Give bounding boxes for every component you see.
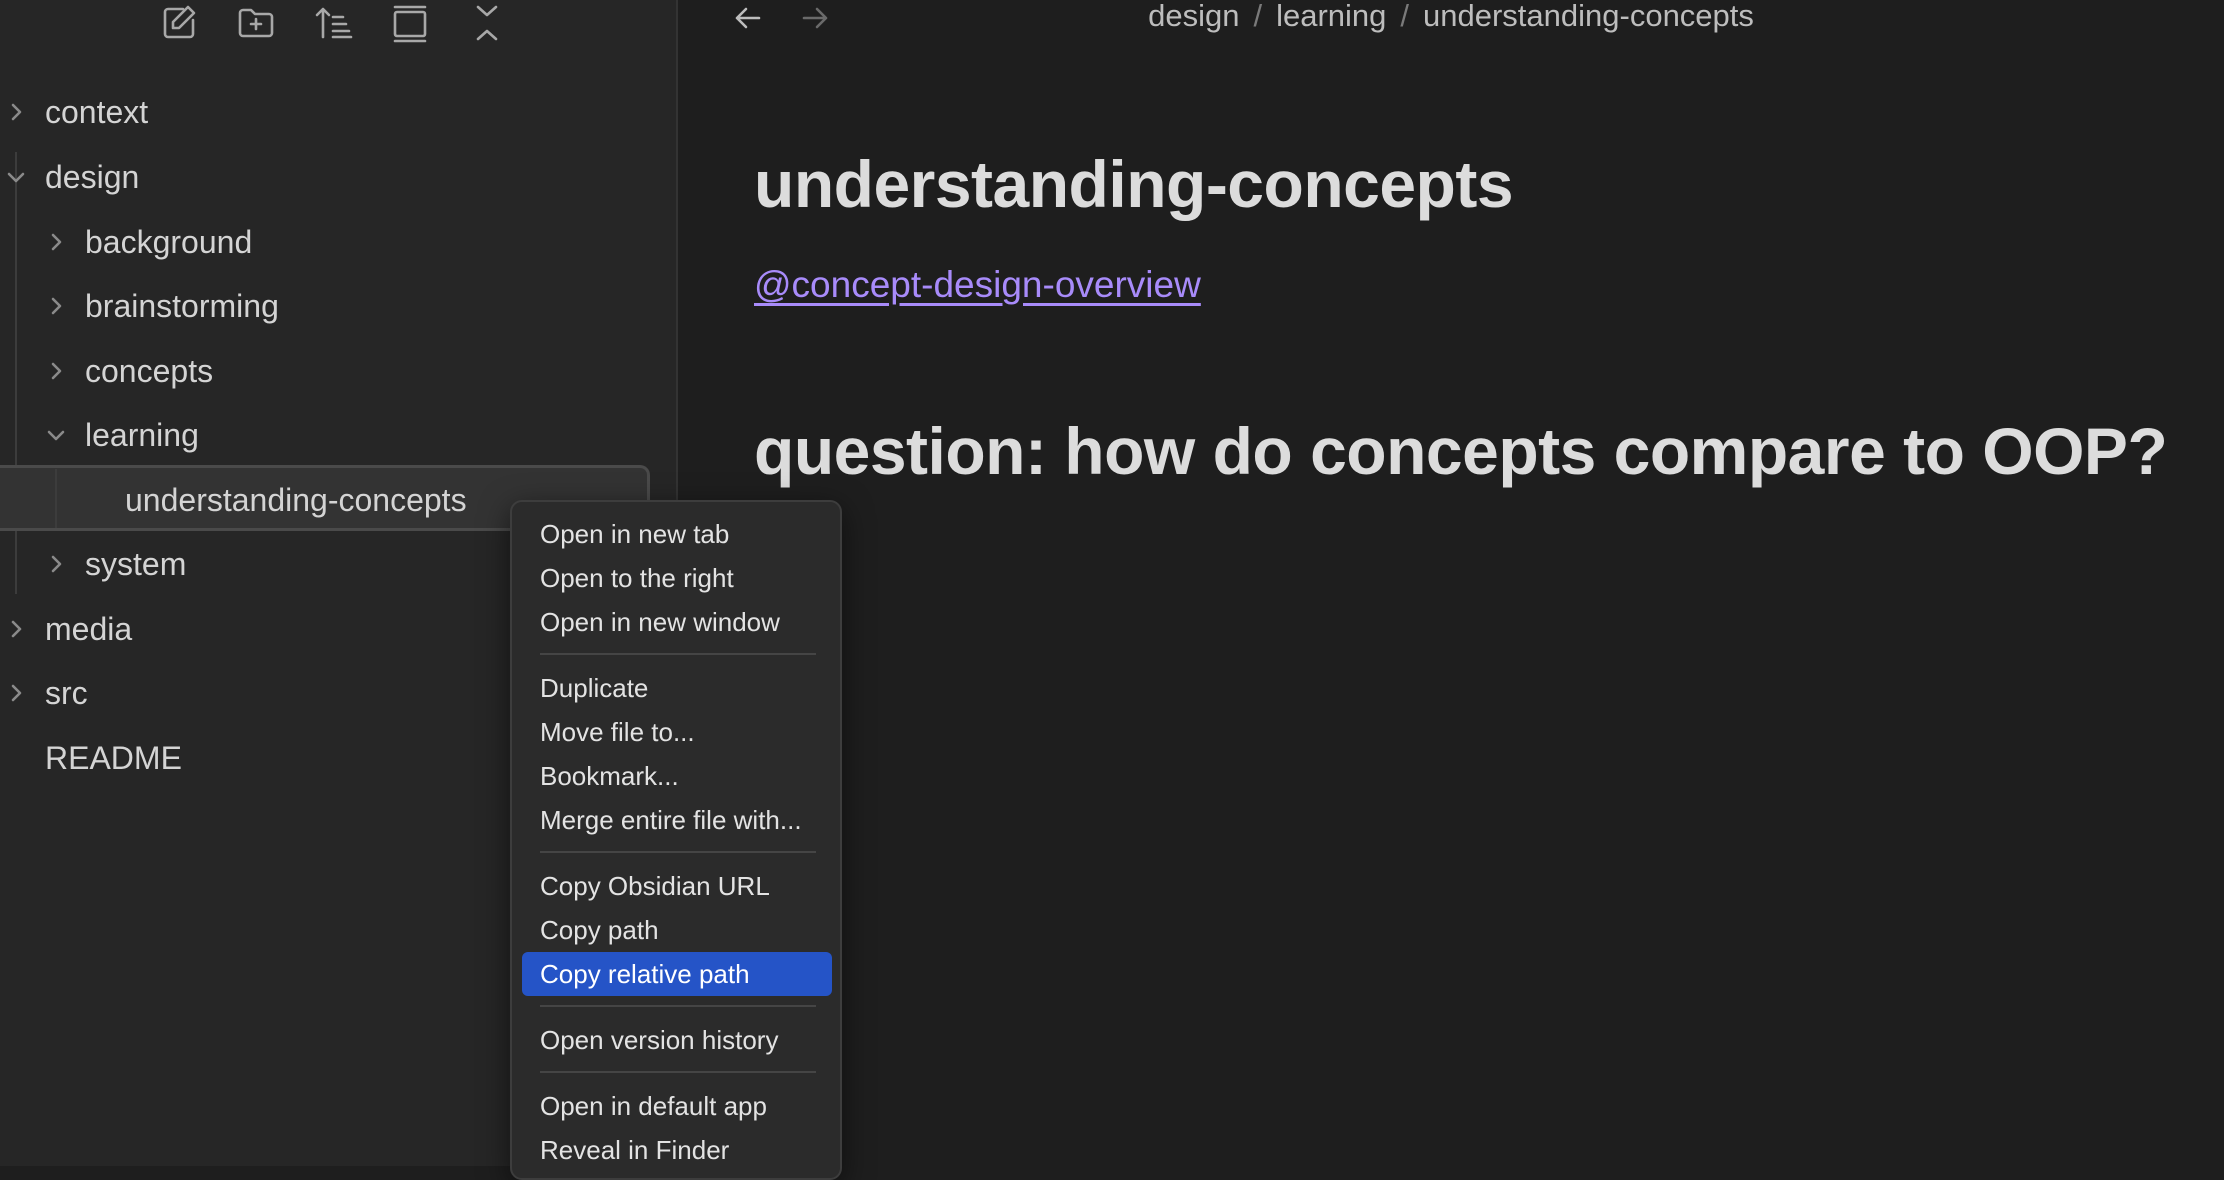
menu-item-reveal-in-finder[interactable]: Reveal in Finder <box>522 1128 832 1172</box>
breadcrumb-item-current[interactable]: understanding-concepts <box>1423 0 1754 33</box>
tree-item-label: system <box>85 545 187 582</box>
tree-item-label: src <box>45 674 88 711</box>
menu-item-open-in-default-app[interactable]: Open in default app <box>522 1084 832 1128</box>
chevron-down-icon[interactable] <box>46 425 66 445</box>
breadcrumb-separator: / <box>1400 0 1410 33</box>
tree-indent-guide <box>55 469 57 528</box>
menu-item-copy-relative-path[interactable]: Copy relative path <box>522 952 832 996</box>
menu-item-duplicate[interactable]: Duplicate <box>522 666 832 710</box>
menu-separator <box>540 851 816 853</box>
chevron-right-icon[interactable] <box>46 554 66 574</box>
note-heading[interactable]: question: how do concepts compare to OOP… <box>754 413 2168 489</box>
breadcrumb-item-design[interactable]: design <box>1148 0 1239 33</box>
menu-item-copy-obsidian-url[interactable]: Copy Obsidian URL <box>522 864 832 908</box>
chevron-down-icon[interactable] <box>6 167 26 187</box>
tree-item-label: README <box>45 739 182 776</box>
chevron-right-icon[interactable] <box>6 102 26 122</box>
tree-item-label: design <box>45 158 140 195</box>
new-note-icon <box>163 5 195 39</box>
menu-item-open-version-history[interactable]: Open version history <box>522 1018 832 1062</box>
file-context-menu: Open in new tab Open to the right Open i… <box>510 500 842 1180</box>
menu-item-open-in-new-window[interactable]: Open in new window <box>522 600 832 644</box>
tree-item-label: context <box>45 93 149 130</box>
breadcrumb-separator: / <box>1253 0 1263 33</box>
tree-item-label: learning <box>85 416 199 453</box>
editor-pane: design / learning / understanding-concepts u… <box>678 0 2224 1166</box>
tree-item-label: background <box>85 223 253 260</box>
file-explorer-toolbar <box>140 0 525 46</box>
collapse-toggle-icon <box>393 5 426 43</box>
menu-item-open-to-the-right[interactable]: Open to the right <box>522 556 832 600</box>
menu-item-merge-entire-file-with[interactable]: Merge entire file with... <box>522 798 832 842</box>
chevron-right-icon[interactable] <box>6 683 26 703</box>
chevron-right-icon[interactable] <box>46 296 66 316</box>
sort-icon <box>315 7 352 39</box>
menu-separator <box>540 1071 816 1073</box>
sort-order-button[interactable] <box>294 0 371 46</box>
chevron-right-icon[interactable] <box>46 361 66 381</box>
note-title[interactable]: understanding-concepts <box>754 146 1514 222</box>
new-folder-icon <box>238 8 273 38</box>
chevron-right-icon[interactable] <box>6 619 26 639</box>
chevron-right-icon[interactable] <box>46 232 66 252</box>
menu-separator <box>540 1005 816 1007</box>
tree-item-label: brainstorming <box>85 287 279 324</box>
internal-link[interactable]: @concept-design-overview <box>754 264 1201 306</box>
arrow-left-icon <box>735 7 761 29</box>
menu-item-bookmark[interactable]: Bookmark... <box>522 754 832 798</box>
menu-separator <box>540 653 816 655</box>
tree-item-label: concepts <box>85 352 214 389</box>
back-button[interactable] <box>724 0 772 36</box>
breadcrumb-item-learning[interactable]: learning <box>1276 0 1386 33</box>
arrow-right-icon <box>802 7 828 29</box>
forward-button[interactable] <box>791 0 839 36</box>
collapse-all-icon <box>476 5 497 41</box>
menu-item-move-file-to[interactable]: Move file to... <box>522 710 832 754</box>
auto-reveal-button[interactable] <box>371 0 448 46</box>
tree-item-label: understanding-concepts <box>125 481 467 518</box>
new-folder-button[interactable] <box>217 0 294 46</box>
tree-item-label: media <box>45 610 133 647</box>
new-note-button[interactable] <box>140 0 217 46</box>
breadcrumb: design / learning / understanding-concepts <box>678 0 2224 36</box>
menu-item-open-in-new-tab[interactable]: Open in new tab <box>522 512 832 556</box>
menu-item-copy-path[interactable]: Copy path <box>522 908 832 952</box>
collapse-all-button[interactable] <box>448 0 525 46</box>
